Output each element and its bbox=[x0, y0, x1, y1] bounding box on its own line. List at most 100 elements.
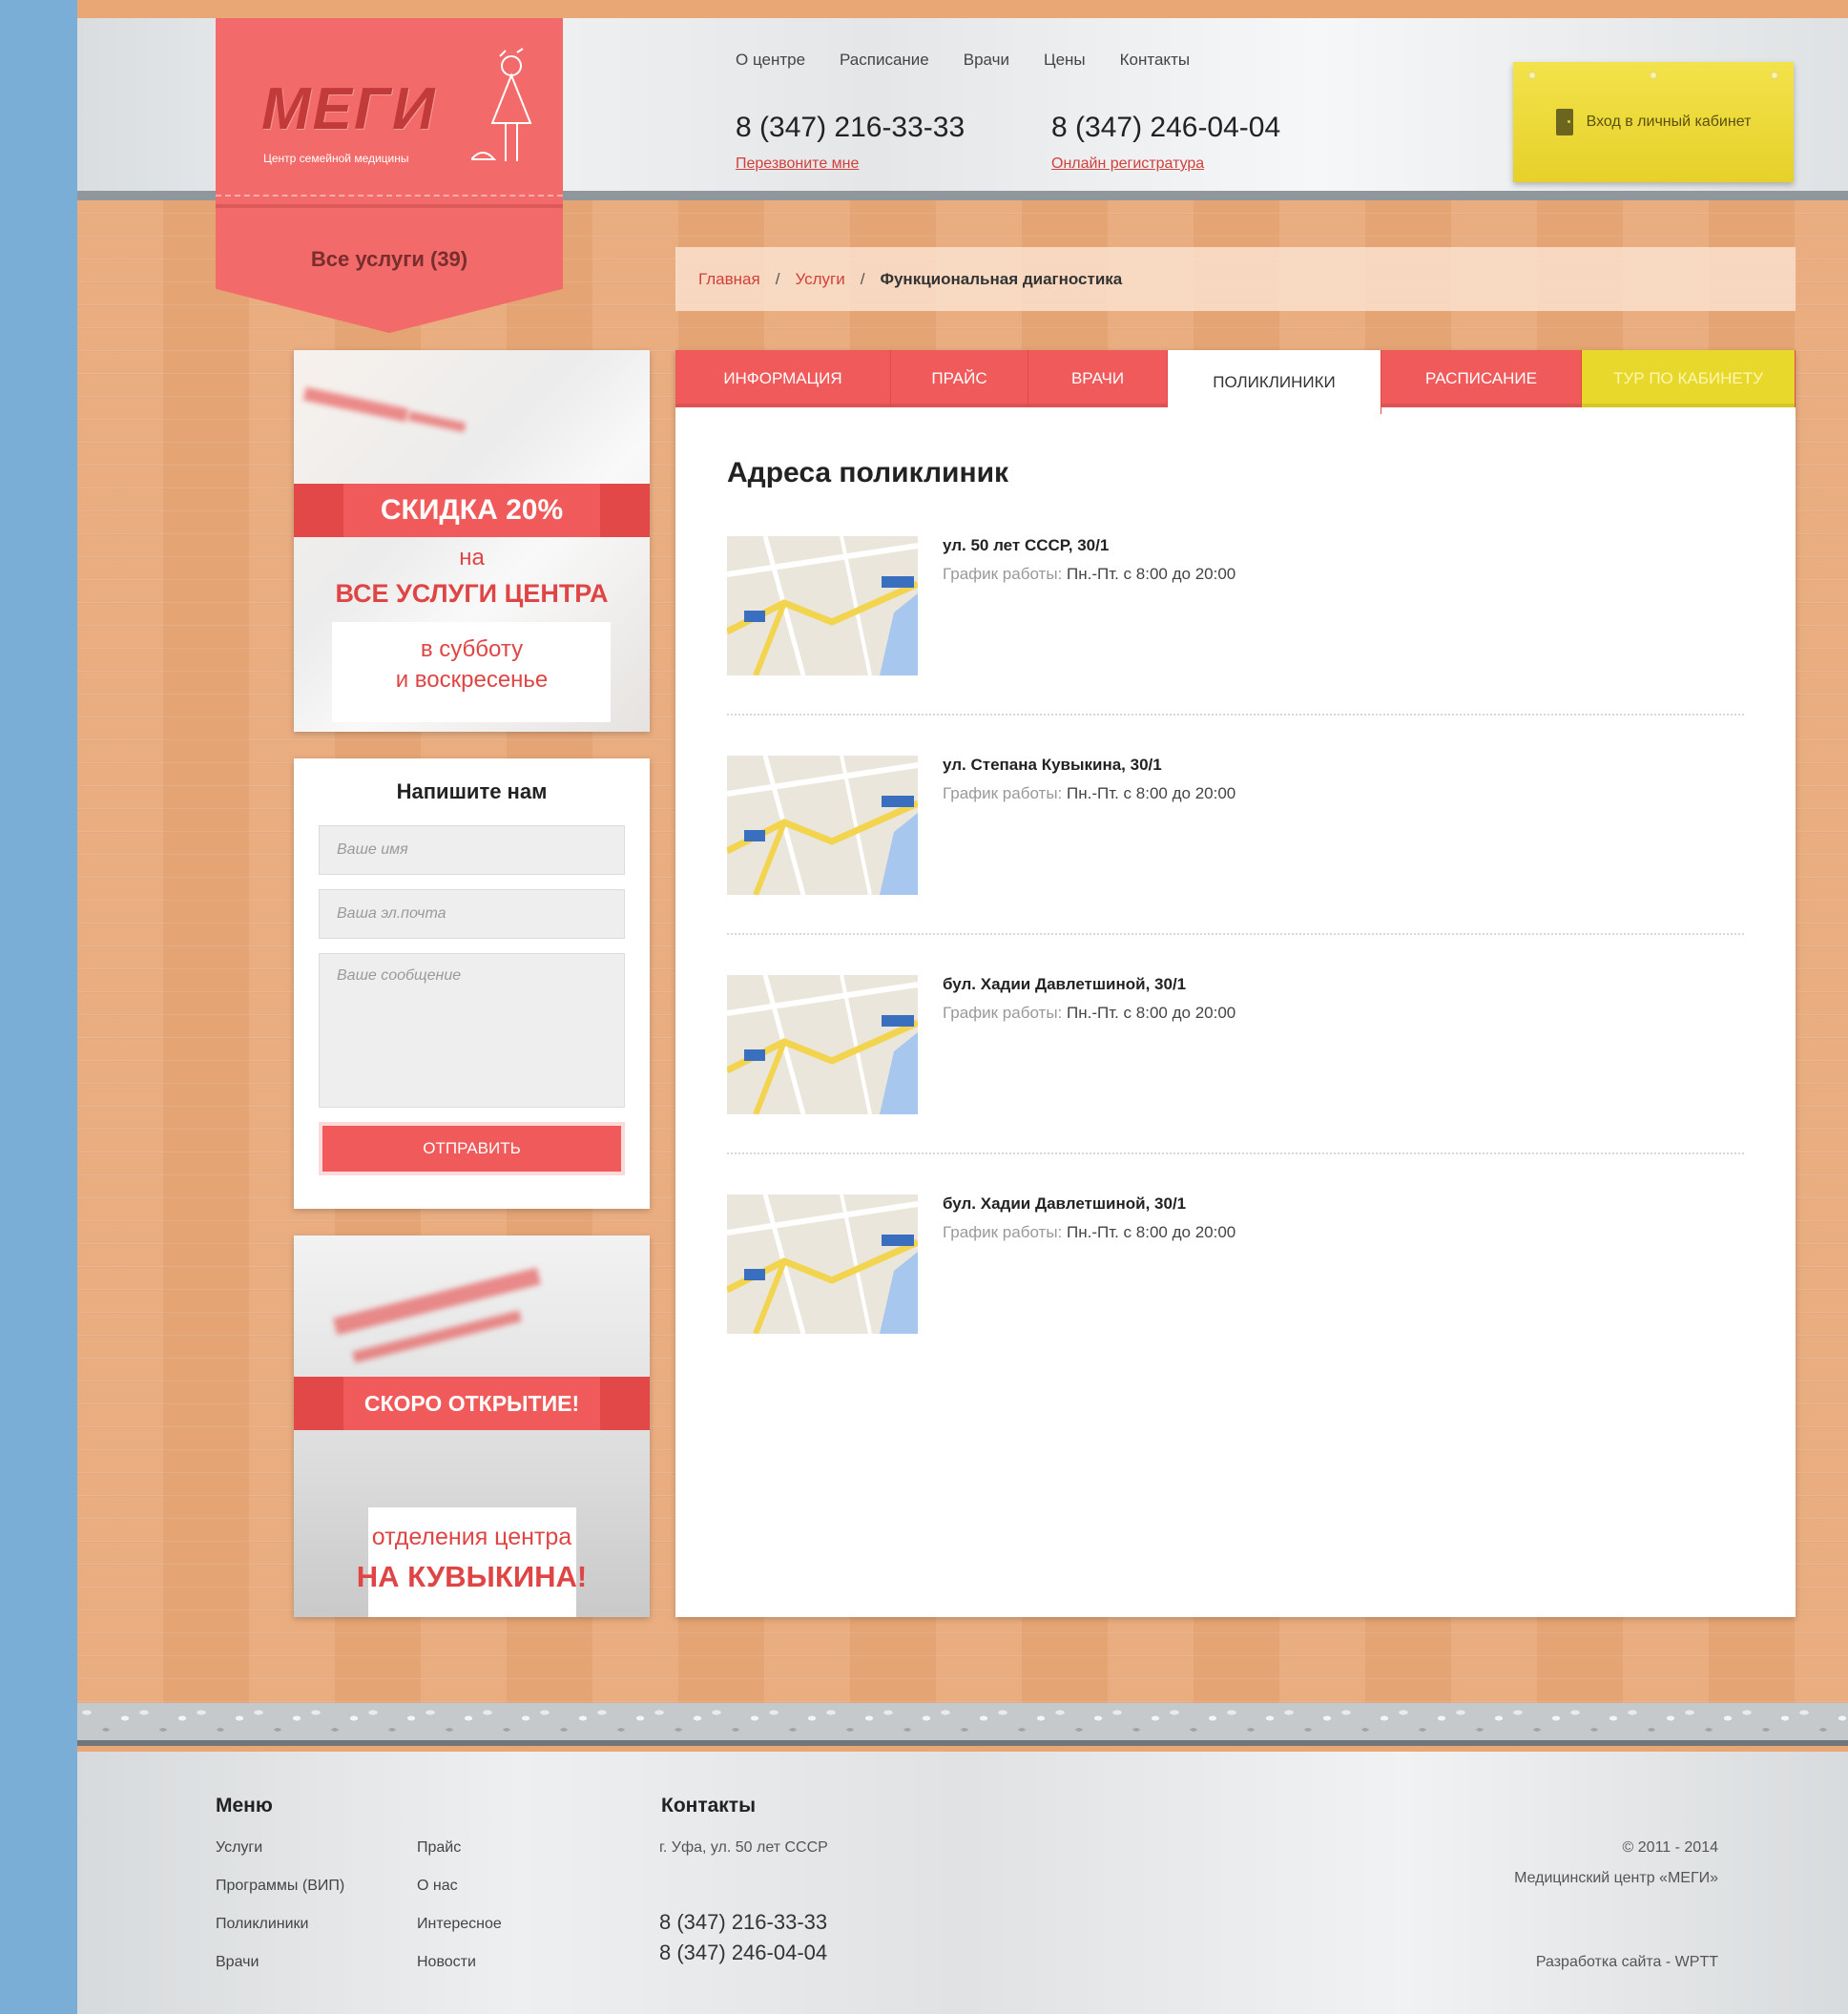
logo-subtitle: Центр семейной медицины bbox=[263, 152, 409, 165]
clinic-address: бул. Хадии Давлетшиной, 30/1 bbox=[943, 1194, 1187, 1213]
hours-label: График работы: bbox=[943, 1223, 1063, 1241]
logo-ribbon: МЕГИ Центр семейной медицины Все услуги … bbox=[216, 18, 563, 333]
name-input-placeholder: Ваше имя bbox=[337, 841, 408, 858]
tab-cabinet-tour[interactable]: ТУР ПО КАБИНЕТУ bbox=[1582, 350, 1796, 407]
footer-phone: 8 (347) 246-04-04 bbox=[659, 1941, 828, 1964]
main-panel: ИНФОРМАЦИЯ ПРАЙС ВРАЧИ ПОЛИКЛИНИКИ РАСПИ… bbox=[675, 350, 1796, 1617]
clinic-divider bbox=[727, 933, 1744, 935]
clinic-hours: График работы: Пн.-Пт. с 8:00 до 20:00 bbox=[943, 1223, 1235, 1242]
footer-link-doctors[interactable]: Врачи bbox=[216, 1954, 259, 1971]
promo-ribbon: СКОРО ОТКРЫТИЕ! bbox=[294, 1377, 650, 1430]
promo-text: отделения центра bbox=[371, 1524, 572, 1550]
promo-text: на bbox=[459, 545, 485, 571]
map-thumbnail[interactable] bbox=[727, 1194, 918, 1334]
breadcrumb-home[interactable]: Главная bbox=[698, 270, 760, 289]
callback-link[interactable]: Перезвоните мне bbox=[736, 156, 965, 173]
cabinet-login-button[interactable]: Вход в личный кабинет bbox=[1513, 62, 1794, 182]
footer-link-programs[interactable]: Программы (ВИП) bbox=[216, 1878, 344, 1895]
footer-company: Медицинский центр «МЕГИ» bbox=[1514, 1870, 1718, 1886]
logo[interactable]: МЕГИ bbox=[261, 75, 437, 143]
promo-text: в субботу bbox=[420, 636, 524, 662]
cabinet-login-label: Вход в личный кабинет bbox=[1586, 114, 1752, 130]
photo-blur bbox=[333, 1267, 541, 1336]
page-title: Адреса поликлиник bbox=[727, 457, 1009, 488]
hours-value: Пн.-Пт. с 8:00 до 20:00 bbox=[1067, 784, 1236, 802]
online-registration-link[interactable]: Онлайн регистратура bbox=[1051, 156, 1280, 173]
clinic-address: ул. Степана Кувыкина, 30/1 bbox=[943, 756, 1162, 774]
promo-discount-banner[interactable]: СКИДКА 20% на ВСЕ УСЛУГИ ЦЕНТРА в суббот… bbox=[294, 350, 650, 732]
footer-link-about[interactable]: О нас bbox=[417, 1878, 458, 1895]
tab-price[interactable]: ПРАЙС bbox=[891, 350, 1028, 407]
map-icon bbox=[727, 756, 918, 895]
promo-text: и воскресенье bbox=[395, 667, 549, 693]
clinic-hours: График работы: Пн.-Пт. с 8:00 до 20:00 bbox=[943, 784, 1235, 803]
hours-value: Пн.-Пт. с 8:00 до 20:00 bbox=[1067, 1223, 1236, 1241]
promo-ribbon-text: СКОРО ОТКРЫТИЕ! bbox=[363, 1391, 580, 1416]
hours-label: График работы: bbox=[943, 784, 1063, 802]
ribbon-fold bbox=[216, 204, 563, 208]
name-input[interactable]: Ваше имя bbox=[319, 825, 625, 875]
hours-label: График работы: bbox=[943, 1004, 1063, 1022]
photo-blur bbox=[407, 410, 467, 433]
footer-link-interesting[interactable]: Интересное bbox=[417, 1916, 502, 1933]
promo-opening-banner[interactable]: СКОРО ОТКРЫТИЕ! отделения центра НА КУВЫ… bbox=[294, 1235, 650, 1617]
nav-item-contacts[interactable]: Контакты bbox=[1120, 51, 1190, 70]
footer-phone: 8 (347) 216-33-33 bbox=[659, 1910, 828, 1934]
page: О центре Расписание Врачи Цены Контакты … bbox=[77, 0, 1848, 2014]
footer-link-news[interactable]: Новости bbox=[417, 1954, 476, 1971]
email-input-placeholder: Ваша эл.почта bbox=[337, 905, 446, 922]
promo-ribbon-text: СКИДКА 20% bbox=[380, 494, 564, 526]
tab-information[interactable]: ИНФОРМАЦИЯ bbox=[675, 350, 891, 407]
email-input[interactable]: Ваша эл.почта bbox=[319, 889, 625, 939]
message-textarea-placeholder: Ваше сообщение bbox=[337, 967, 462, 984]
screw-icon bbox=[1650, 72, 1657, 79]
footer-link-price[interactable]: Прайс bbox=[417, 1839, 461, 1857]
breadcrumb: Главная / Услуги / Функциональная диагно… bbox=[675, 247, 1796, 311]
clinic-address: ул. 50 лет СССР, 30/1 bbox=[943, 536, 1110, 554]
clinic-hours: График работы: Пн.-Пт. с 8:00 до 20:00 bbox=[943, 1004, 1235, 1023]
screw-icon bbox=[1528, 72, 1536, 79]
message-textarea[interactable]: Ваше сообщение bbox=[319, 953, 625, 1108]
hours-label: График работы: bbox=[943, 565, 1063, 583]
form-title: Напишите нам bbox=[396, 779, 548, 803]
footer-menu-title: Меню bbox=[216, 1795, 273, 1817]
tab-polyclinics[interactable]: ПОЛИКЛИНИКИ bbox=[1168, 350, 1381, 414]
clinic-hours: График работы: Пн.-Пт. с 8:00 до 20:00 bbox=[943, 565, 1235, 584]
tab-bar: ИНФОРМАЦИЯ ПРАЙС ВРАЧИ ПОЛИКЛИНИКИ РАСПИ… bbox=[675, 350, 1796, 414]
nav-item-prices[interactable]: Цены bbox=[1044, 51, 1086, 70]
pebble-divider bbox=[77, 1703, 1848, 1746]
tab-schedule[interactable]: РАСПИСАНИЕ bbox=[1381, 350, 1582, 407]
footer-address: г. Уфа, ул. 50 лет СССР bbox=[659, 1839, 828, 1856]
map-icon bbox=[727, 975, 918, 1114]
contact-form: Напишите нам Ваше имя Ваша эл.почта Ваше… bbox=[294, 758, 650, 1209]
hours-value: Пн.-Пт. с 8:00 до 20:00 bbox=[1067, 565, 1236, 583]
footer: Меню Услуги Программы (ВИП) Поликлиники … bbox=[77, 1752, 1848, 2014]
map-thumbnail[interactable] bbox=[727, 536, 918, 675]
map-thumbnail[interactable] bbox=[727, 975, 918, 1114]
breadcrumb-separator: / bbox=[860, 269, 865, 288]
nav-item-doctors[interactable]: Врачи bbox=[964, 51, 1009, 70]
footer-developer-link[interactable]: Разработка сайта - WPTT bbox=[1536, 1954, 1718, 1971]
map-icon bbox=[727, 536, 918, 675]
breadcrumb-separator: / bbox=[775, 269, 780, 288]
clinic-item: бул. Хадии Давлетшиной, 30/1 График рабо… bbox=[727, 1194, 1748, 1338]
send-button[interactable]: ОТПРАВИТЬ bbox=[319, 1122, 625, 1175]
footer-link-polyclinics[interactable]: Поликлиники bbox=[216, 1916, 308, 1933]
phone-block-2: 8 (347) 246-04-04 Онлайн регистратура bbox=[1051, 112, 1280, 173]
clinic-divider bbox=[727, 714, 1744, 716]
phone-number: 8 (347) 246-04-04 bbox=[1051, 112, 1281, 143]
top-nav: О центре Расписание Врачи Цены Контакты bbox=[736, 51, 1190, 70]
breadcrumb-services[interactable]: Услуги bbox=[795, 270, 844, 289]
nav-item-schedule[interactable]: Расписание bbox=[840, 51, 929, 70]
clinic-item: ул. 50 лет СССР, 30/1 График работы: Пн.… bbox=[727, 536, 1748, 679]
footer-copyright: © 2011 - 2014 bbox=[1622, 1839, 1718, 1856]
clinic-divider bbox=[727, 1152, 1744, 1154]
nav-item-about[interactable]: О центре bbox=[736, 51, 805, 70]
footer-link-services[interactable]: Услуги bbox=[216, 1839, 262, 1857]
breadcrumb-current: Функциональная диагностика bbox=[880, 269, 1123, 288]
all-services-link[interactable]: Все услуги (39) bbox=[216, 247, 563, 272]
map-thumbnail[interactable] bbox=[727, 756, 918, 895]
clinic-address: бул. Хадии Давлетшиной, 30/1 bbox=[943, 975, 1187, 993]
girl-figure-icon bbox=[471, 48, 532, 161]
tab-doctors[interactable]: ВРАЧИ bbox=[1028, 350, 1168, 407]
